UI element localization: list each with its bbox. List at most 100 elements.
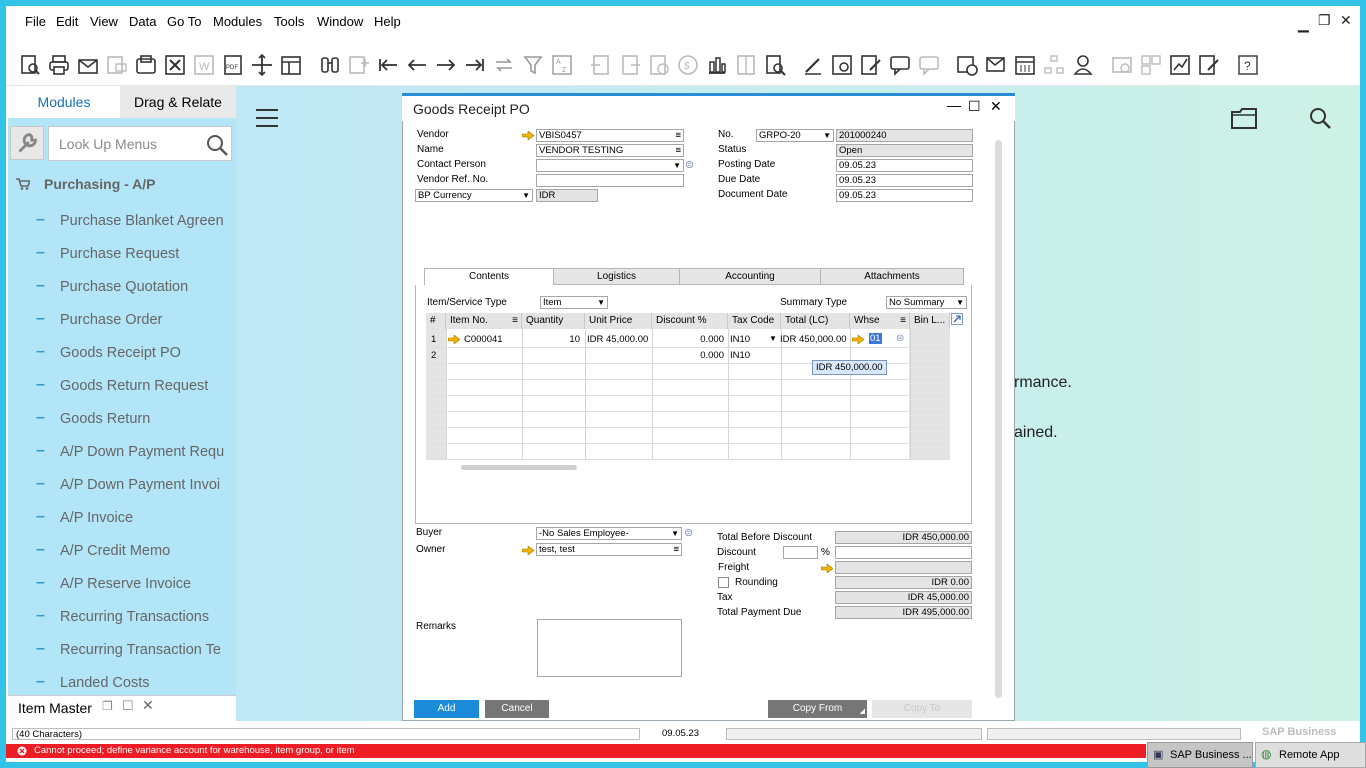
move-icon[interactable] bbox=[251, 54, 273, 76]
tab-logistics[interactable]: Logistics bbox=[553, 268, 680, 285]
tab-attachments[interactable]: Attachments bbox=[820, 268, 964, 285]
link-arrow-icon[interactable] bbox=[852, 335, 864, 344]
remarks-textarea[interactable] bbox=[537, 619, 682, 677]
tab-drag-relate[interactable]: Drag & Relate bbox=[120, 86, 236, 118]
tab-accounting[interactable]: Accounting bbox=[679, 268, 821, 285]
menu-goto[interactable]: Go To bbox=[167, 14, 201, 29]
name-field[interactable]: VENDOR TESTING ≡ bbox=[536, 144, 684, 157]
tax-code-cell[interactable]: IN10 bbox=[730, 334, 750, 345]
calendar-icon[interactable] bbox=[1014, 54, 1036, 76]
menu-window[interactable]: Window bbox=[317, 14, 363, 29]
open-window-tab[interactable]: Item Master ❐ ☐ ✕ bbox=[8, 695, 236, 721]
previous-record-icon[interactable] bbox=[406, 54, 428, 76]
table-row[interactable]: 1 C000041 10 IDR 45,000.00 0.000 IN10 ▼ … bbox=[426, 331, 950, 347]
discount-amount-field[interactable] bbox=[835, 546, 972, 559]
edit-doc-icon[interactable] bbox=[1198, 54, 1220, 76]
list-icon[interactable]: ≡ bbox=[675, 145, 681, 156]
dialog-scrollbar[interactable] bbox=[995, 140, 1002, 698]
col-header-item-no[interactable]: Item No. ≡ bbox=[446, 313, 522, 329]
add-button[interactable]: Add bbox=[414, 700, 479, 718]
sidebar-item[interactable]: – A/P Down Payment Requ bbox=[8, 436, 236, 469]
due-date-field[interactable]: 09.05.23 bbox=[836, 174, 973, 187]
cancel-button[interactable]: Cancel bbox=[485, 700, 549, 718]
approval-icon[interactable] bbox=[956, 54, 978, 76]
first-record-icon[interactable] bbox=[377, 54, 399, 76]
restore-icon[interactable]: ❐ bbox=[1318, 12, 1331, 29]
chevron-down-icon[interactable]: ▼ bbox=[597, 297, 605, 308]
col-header-whse[interactable]: Whse ≡ bbox=[850, 313, 910, 329]
tax-code-cell[interactable]: IN10 bbox=[730, 350, 750, 361]
chevron-down-icon[interactable]: ▼ bbox=[673, 160, 681, 171]
sidebar-item[interactable]: – Goods Return bbox=[8, 403, 236, 436]
vendor-ref-field[interactable] bbox=[536, 174, 684, 187]
sidebar-item[interactable]: – Recurring Transactions bbox=[8, 601, 236, 634]
dialog-minimize-icon[interactable]: — bbox=[947, 97, 961, 113]
chevron-down-icon[interactable]: ▼ bbox=[956, 297, 964, 308]
contact-person-select[interactable]: ▼ bbox=[536, 159, 684, 172]
owner-field[interactable]: test, test ≡ bbox=[536, 543, 682, 556]
discount-percent-field[interactable] bbox=[783, 546, 818, 559]
dialog-maximize-icon[interactable]: ☐ bbox=[968, 98, 981, 115]
next-record-icon[interactable] bbox=[435, 54, 457, 76]
look-up-menus-input[interactable]: Look Up Menus bbox=[48, 126, 232, 161]
link-arrow-icon[interactable] bbox=[821, 564, 833, 573]
sidebar-item[interactable]: – Purchase Order bbox=[8, 304, 236, 337]
last-record-icon[interactable] bbox=[464, 54, 486, 76]
close-icon[interactable]: ✕ bbox=[142, 697, 154, 714]
sidebar-item[interactable]: – Purchase Quotation bbox=[8, 271, 236, 304]
col-header-bin-location[interactable]: Bin L... bbox=[910, 313, 950, 329]
search-icon[interactable] bbox=[1309, 107, 1331, 129]
menu-tools[interactable]: Tools bbox=[274, 14, 304, 29]
taskbar-remote-app[interactable]: ◍ Remote App bbox=[1255, 742, 1366, 768]
volume-weight-icon[interactable] bbox=[706, 54, 728, 76]
link-arrow-icon[interactable] bbox=[522, 546, 534, 555]
menu-help[interactable]: Help bbox=[374, 14, 401, 29]
analytics-icon[interactable] bbox=[1169, 54, 1191, 76]
list-icon[interactable]: ⊜ bbox=[896, 333, 904, 344]
discount-cell[interactable]: 0.000 bbox=[652, 334, 724, 345]
sidebar-item[interactable]: – A/P Invoice bbox=[8, 502, 236, 535]
buyer-select[interactable]: -No Sales Employee- ▼ bbox=[536, 527, 682, 540]
udf-icon[interactable] bbox=[860, 54, 882, 76]
form-settings-icon[interactable] bbox=[280, 54, 302, 76]
quantity-cell[interactable]: 10 bbox=[522, 334, 580, 345]
link-arrow-icon[interactable] bbox=[522, 131, 534, 140]
menu-file[interactable]: File bbox=[25, 14, 46, 29]
tab-contents[interactable]: Contents bbox=[424, 268, 554, 285]
posting-date-field[interactable]: 09.05.23 bbox=[836, 159, 973, 172]
col-header-discount[interactable]: Discount % bbox=[652, 313, 728, 329]
find-icon[interactable] bbox=[319, 54, 341, 76]
alert-mail-icon[interactable] bbox=[985, 54, 1007, 76]
menu-view[interactable]: View bbox=[90, 14, 118, 29]
search-icon[interactable] bbox=[205, 133, 229, 157]
expand-icon[interactable] bbox=[951, 313, 963, 325]
col-header-tax-code[interactable]: Tax Code bbox=[728, 313, 781, 329]
sidebar-item[interactable]: – A/P Credit Memo bbox=[8, 535, 236, 568]
sidebar-item[interactable]: – Goods Return Request bbox=[8, 370, 236, 403]
menu-data[interactable]: Data bbox=[129, 14, 156, 29]
summary-type-select[interactable]: No Summary ▼ bbox=[886, 296, 967, 309]
copy-from-button[interactable]: Copy From ◢ bbox=[768, 700, 867, 718]
sidebar-item[interactable]: – Recurring Transaction Te bbox=[8, 634, 236, 667]
info-icon[interactable]: ⊜ bbox=[684, 526, 693, 539]
wrench-icon[interactable] bbox=[10, 126, 44, 160]
info-icon[interactable]: ⊜ bbox=[685, 158, 694, 171]
rounding-checkbox[interactable] bbox=[718, 577, 729, 588]
tab-modules[interactable]: Modules bbox=[8, 86, 120, 118]
sidebar-item[interactable]: – A/P Reserve Invoice bbox=[8, 568, 236, 601]
chevron-down-icon[interactable]: ▼ bbox=[823, 130, 831, 141]
chevron-down-icon[interactable]: ▼ bbox=[522, 190, 530, 201]
chevron-down-icon[interactable]: ▼ bbox=[671, 528, 679, 539]
folder-icon[interactable] bbox=[1230, 106, 1258, 130]
print-preview-icon[interactable] bbox=[19, 54, 41, 76]
unit-price-cell[interactable]: IDR 45,000.00 bbox=[587, 334, 648, 345]
list-icon[interactable]: ≡ bbox=[673, 544, 679, 555]
link-arrow-icon[interactable] bbox=[448, 335, 460, 344]
series-select[interactable]: GRPO-20 ▼ bbox=[756, 129, 834, 142]
hamburger-icon[interactable] bbox=[256, 108, 278, 128]
pdf-icon[interactable]: PDF bbox=[222, 54, 244, 76]
bp-currency-select[interactable]: BP Currency ▼ bbox=[415, 189, 533, 202]
taskbar-sap-business[interactable]: ▣ SAP Business ... bbox=[1147, 742, 1253, 768]
email-icon[interactable] bbox=[77, 54, 99, 76]
chevron-down-icon[interactable]: ▼ bbox=[769, 334, 777, 343]
